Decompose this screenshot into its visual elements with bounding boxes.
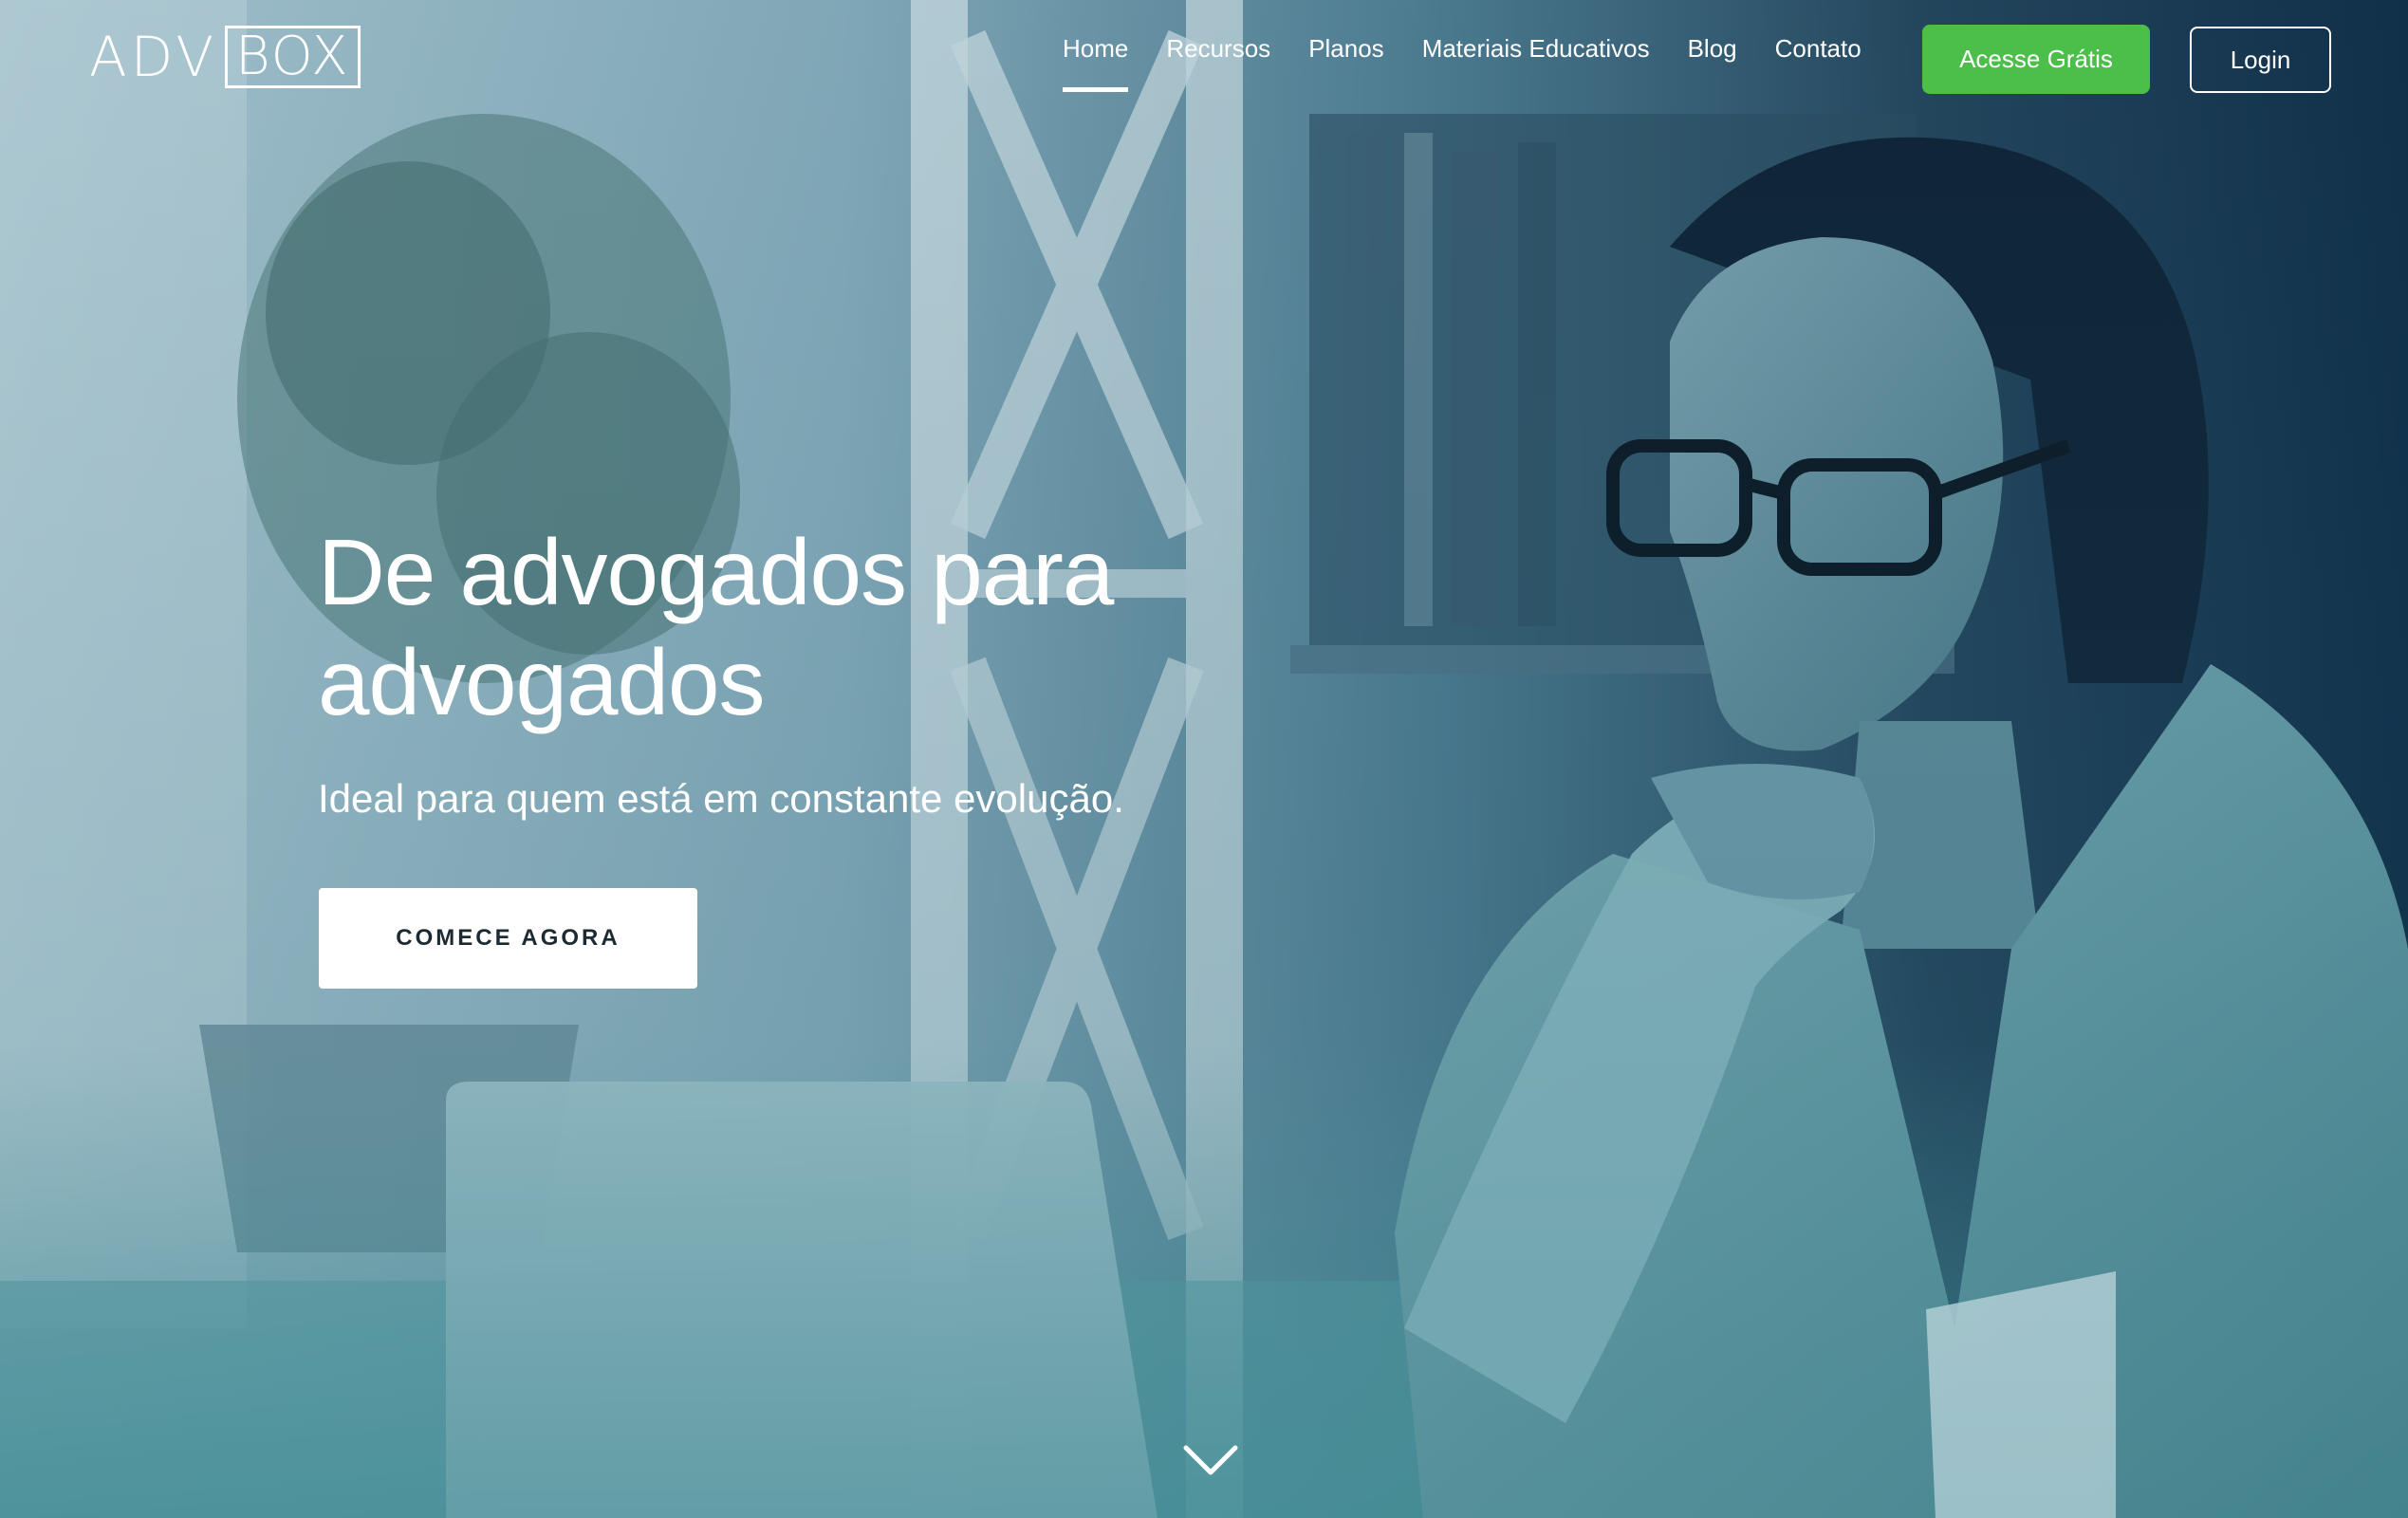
brand-logo[interactable]: ADV BOX (89, 23, 361, 91)
hero-subtitle: Ideal para quem está em constante evoluç… (318, 776, 1124, 821)
nav-item-blog[interactable]: Blog (1688, 34, 1737, 92)
logo-text-adv: ADV (89, 25, 217, 89)
nav-item-home[interactable]: Home (1063, 34, 1129, 92)
hero-title: De advogados para advogados (318, 520, 1114, 734)
start-now-button[interactable]: COMECE AGORA (319, 888, 697, 989)
hero-section: De advogados para advogados Ideal para q… (318, 517, 1267, 823)
login-button[interactable]: Login (2190, 27, 2331, 93)
logo-text-box: BOX (225, 26, 361, 88)
nav-item-recursos[interactable]: Recursos (1166, 34, 1270, 92)
nav-item-contato[interactable]: Contato (1775, 34, 1862, 92)
chevron-down-icon[interactable] (1182, 1442, 1239, 1480)
site-header: ADV BOX Home Recursos Planos Materiais E… (0, 0, 2408, 123)
page: ADV BOX Home Recursos Planos Materiais E… (0, 0, 2408, 1518)
nav-item-materiais-educativos[interactable]: Materiais Educativos (1422, 34, 1650, 92)
nav-item-planos[interactable]: Planos (1308, 34, 1384, 92)
free-access-button[interactable]: Acesse Grátis (1922, 25, 2150, 94)
main-navigation: Home Recursos Planos Materiais Educativo… (1063, 34, 1899, 92)
